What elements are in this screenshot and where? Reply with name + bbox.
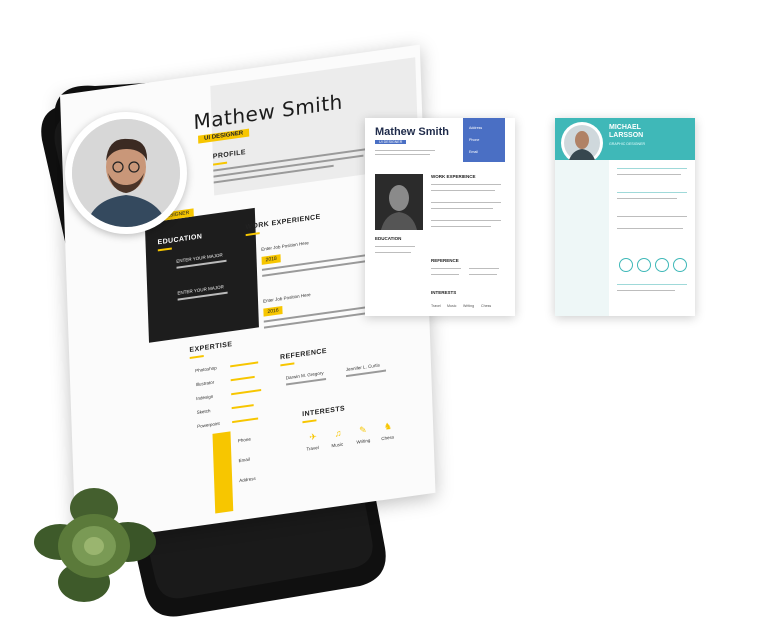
text-line (375, 252, 411, 254)
interests-heading: INTERESTS (302, 405, 346, 419)
skill-circle-icon (637, 258, 651, 272)
interest-label: Writing (463, 304, 475, 308)
text-line (431, 202, 501, 204)
interest-label: Travel (306, 445, 319, 452)
expertise-item: Photoshop (195, 365, 217, 374)
text-line (617, 290, 675, 292)
text-line (375, 154, 430, 156)
text-line (617, 168, 687, 170)
contact-label: Email (238, 456, 250, 464)
succulent-plant-icon (34, 488, 156, 602)
text-line (617, 198, 677, 200)
person-portrait-icon (72, 119, 180, 227)
text-line (375, 246, 415, 248)
skill-level-bar (231, 404, 254, 410)
contact-label: Address (239, 475, 256, 484)
expertise-underline (189, 355, 204, 360)
text-line (431, 226, 491, 228)
resume-three-name-last: LARSSON (609, 132, 644, 139)
skill-level-bar (232, 417, 259, 424)
text-line (617, 216, 687, 218)
text-line (431, 190, 495, 192)
resume-three-photo (561, 122, 603, 164)
chess-icon: ♞ (383, 420, 393, 432)
person-portrait-icon (375, 174, 423, 230)
text-line (617, 192, 687, 194)
text-line (431, 274, 459, 276)
resume-two-role: UI DESIGNER (375, 140, 407, 144)
expertise-item: Illustrator (195, 379, 215, 388)
work-heading: WORK EXPERIENCE (431, 174, 476, 179)
work-position: Enter Job Position Here (262, 292, 311, 304)
skill-circle-icon (673, 258, 687, 272)
work-heading: WORK EXPERIENCE (245, 213, 321, 232)
work-position: Enter Job Position Here (261, 240, 309, 252)
writing-icon: ✎ (359, 424, 367, 436)
skill-circle-icon (619, 258, 633, 272)
reference-underline (280, 362, 295, 367)
education-heading: EDUCATION (375, 236, 402, 241)
contact-label: Email (469, 150, 478, 154)
interest-label: Chess (481, 304, 492, 308)
resume-three-sidebar (555, 160, 609, 316)
contact-label: Address (469, 126, 483, 130)
interest-label: Chess (381, 434, 395, 442)
resume-two-photo (375, 174, 423, 230)
text-line (431, 220, 501, 222)
interest-label: Writing (356, 437, 371, 445)
travel-icon: ✈ (309, 431, 317, 443)
contact-label: Phone (469, 138, 480, 142)
text-line (431, 184, 501, 186)
reference-heading: REFERENCE (431, 258, 459, 263)
resume-template-three: MICHAEL LARSSON GRAPHIC DESIGNER (555, 118, 695, 316)
contact-label: Phone (237, 436, 251, 444)
interest-label: Music (331, 441, 344, 449)
text-line (617, 174, 681, 176)
text-line (431, 268, 461, 270)
work-year-tag: 2018 (261, 254, 281, 265)
interests-heading: INTERESTS (431, 290, 457, 295)
text-line (617, 284, 687, 286)
resume-three-role: GRAPHIC DESIGNER (609, 142, 646, 146)
text-line (375, 150, 435, 152)
interest-label: Music (447, 304, 457, 308)
skill-level-bar (231, 389, 262, 396)
interest-label: Travel (431, 304, 441, 308)
resume-two-name: Mathew Smith (375, 126, 449, 138)
expertise-item: Sketch (196, 408, 211, 416)
expertise-item: Powerpoint (197, 420, 220, 429)
contact-bar (212, 431, 234, 514)
resume-three-name-first: MICHAEL (609, 124, 641, 131)
skill-level-bar (230, 361, 259, 368)
expertise-heading: EXPERTISE (189, 341, 233, 355)
reference-heading: REFERENCE (279, 347, 327, 362)
skill-level-bar (230, 375, 255, 382)
expertise-item: Indesign (196, 393, 214, 402)
skill-circle-icon (655, 258, 669, 272)
education-panel (144, 207, 259, 343)
music-icon: ♫ (334, 427, 342, 439)
person-portrait-icon (564, 125, 600, 161)
text-line (469, 268, 499, 270)
text-line (617, 228, 683, 230)
interests-underline (302, 419, 317, 424)
text-line (431, 208, 493, 210)
profile-photo (65, 112, 187, 234)
text-line (469, 274, 497, 276)
resume-template-two: Mathew Smith UI DESIGNER Address Phone E… (365, 118, 515, 316)
work-year-tag: 2016 (263, 306, 283, 317)
